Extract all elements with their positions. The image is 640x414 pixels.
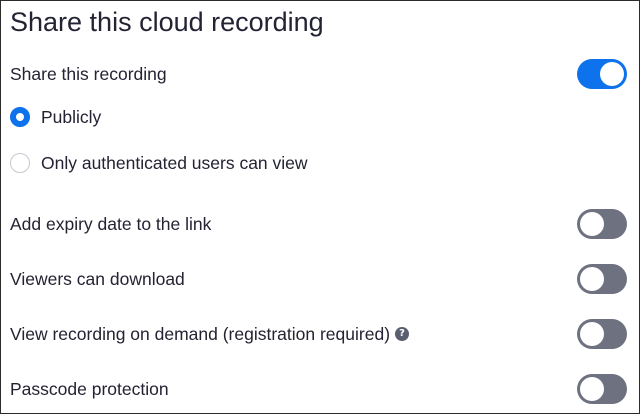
toggle-knob [580, 322, 604, 346]
share-recording-panel: Share this cloud recording Share this re… [0, 0, 640, 414]
passcode-row: Passcode protection [10, 372, 627, 406]
passcode-toggle[interactable] [577, 374, 627, 404]
viewers-download-row: Viewers can download [10, 262, 627, 296]
toggle-knob [600, 62, 624, 86]
radio-button-authenticated[interactable] [10, 153, 30, 173]
toggle-knob [580, 212, 604, 236]
on-demand-label-group: View recording on demand (registration r… [10, 323, 410, 345]
radio-label-publicly: Publicly [41, 106, 102, 127]
expiry-date-label: Add expiry date to the link [10, 213, 212, 234]
radio-button-publicly[interactable] [10, 107, 30, 127]
viewers-download-toggle[interactable] [577, 264, 627, 294]
radio-option-authenticated[interactable]: Only authenticated users can view [10, 148, 308, 178]
radio-label-authenticated: Only authenticated users can view [41, 152, 308, 173]
radio-option-publicly[interactable]: Publicly [10, 102, 101, 132]
on-demand-toggle[interactable] [577, 319, 627, 349]
toggle-knob [580, 377, 604, 401]
panel-title: Share this cloud recording [10, 7, 324, 37]
help-icon[interactable]: ? [395, 327, 410, 341]
on-demand-row: View recording on demand (registration r… [10, 317, 627, 351]
passcode-label: Passcode protection [10, 378, 169, 399]
expiry-date-row: Add expiry date to the link [10, 207, 627, 241]
expiry-date-toggle[interactable] [577, 209, 627, 239]
viewers-download-label: Viewers can download [10, 268, 185, 289]
share-recording-toggle[interactable] [577, 59, 627, 89]
on-demand-label: View recording on demand (registration r… [10, 323, 391, 344]
toggle-knob [580, 267, 604, 291]
share-recording-row: Share this recording [10, 57, 627, 91]
share-recording-label: Share this recording [10, 63, 167, 84]
